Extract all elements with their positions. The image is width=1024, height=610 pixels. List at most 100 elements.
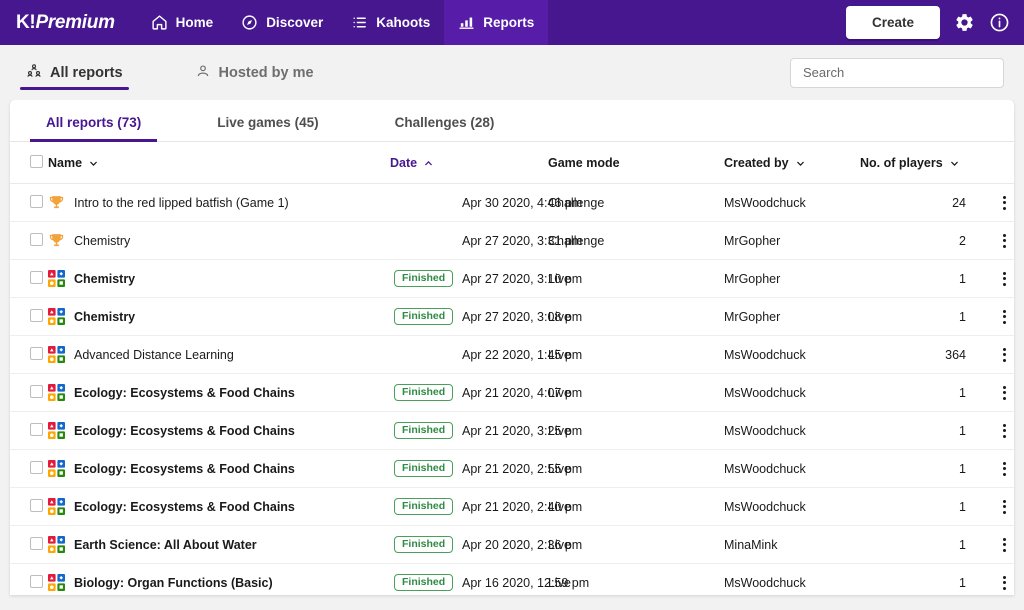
row-created-by-cell: MsWoodchuck <box>724 563 860 595</box>
search-input[interactable] <box>790 57 1004 88</box>
kebab-menu-icon[interactable] <box>978 382 1014 404</box>
created-by-value: MsWoodchuck <box>724 499 806 514</box>
table-row[interactable]: Intro to the red lipped batfish (Game 1)… <box>10 183 1014 222</box>
created-by-value: MsWoodchuck <box>724 347 806 362</box>
report-name[interactable]: Chemistry <box>74 272 135 286</box>
report-name[interactable]: Biology: Organ Functions (Basic) <box>74 576 273 590</box>
row-checkbox[interactable] <box>30 574 43 588</box>
row-players-cell: 2 <box>860 221 978 260</box>
select-all-checkbox[interactable] <box>30 155 43 168</box>
report-name[interactable]: Intro to the red lipped batfish (Game 1) <box>74 196 289 210</box>
nav-item-reports[interactable]: Reports <box>444 0 549 45</box>
kebab-menu-icon[interactable] <box>978 192 1014 214</box>
table-row[interactable]: Biology: Organ Functions (Basic) Finished… <box>10 563 1014 595</box>
report-name[interactable]: Ecology: Ecosystems & Food Chains <box>74 462 295 476</box>
row-checkbox[interactable] <box>30 460 43 474</box>
tab-live-games[interactable]: Live games (45) <box>201 115 334 141</box>
kebab-menu-icon[interactable] <box>978 496 1014 518</box>
kebab-menu-icon[interactable] <box>978 344 1014 366</box>
row-date-cell: Finished Apr 27 2020, 3:08 pm <box>390 297 582 336</box>
compass-icon <box>241 14 258 31</box>
kebab-menu-icon[interactable] <box>978 420 1014 442</box>
tab-challenges[interactable]: Challenges (28) <box>379 115 511 141</box>
logo-k-mark: K! <box>16 11 36 33</box>
status-badge: Finished <box>394 497 454 516</box>
badge-slot: Finished <box>390 573 462 592</box>
created-by-value: MsWoodchuck <box>724 575 806 590</box>
bar-chart-icon <box>458 14 475 31</box>
kebab-menu-icon[interactable] <box>978 572 1014 594</box>
gear-icon[interactable] <box>954 12 975 33</box>
table-row[interactable]: Ecology: Ecosystems & Food Chains Finishe… <box>10 373 1014 412</box>
row-players-cell: 1 <box>860 563 978 595</box>
report-name[interactable]: Chemistry <box>74 310 135 324</box>
kebab-menu-icon[interactable] <box>978 306 1014 328</box>
table-row[interactable]: Chemistry Apr 27 2020, 3:31 pm Challenge Mr… <box>10 221 1014 260</box>
row-checkbox[interactable] <box>30 308 43 322</box>
row-checkbox[interactable] <box>30 536 43 550</box>
nav-item-kahoots-label: Kahoots <box>376 15 431 30</box>
row-checkbox[interactable] <box>30 498 43 512</box>
home-icon <box>151 14 168 31</box>
kebab-menu-icon[interactable] <box>978 268 1014 290</box>
nav-item-discover[interactable]: Discover <box>227 0 337 45</box>
header-players[interactable]: No. of players <box>860 142 978 184</box>
row-date-cell: Finished Apr 27 2020, 3:10 pm <box>390 259 582 298</box>
kebab-menu-icon[interactable] <box>978 458 1014 480</box>
nav-item-home[interactable]: Home <box>137 0 228 45</box>
row-date-cell: Finished Apr 21 2020, 2:40 pm <box>390 487 582 526</box>
row-checkbox[interactable] <box>30 422 43 436</box>
subtab-all-reports[interactable]: All reports <box>20 45 129 100</box>
report-type-tabs: All reports (73) Live games (45) Challen… <box>10 100 1014 142</box>
table-row[interactable]: Chemistry Finished Apr 27 2020, 3:10 pm Liv… <box>10 259 1014 298</box>
report-name[interactable]: Advanced Distance Learning <box>74 348 234 362</box>
row-name-cell: Earth Science: All About Water <box>48 525 390 564</box>
reports-table: Name Date Game mode Created by No. of pl… <box>10 142 1014 595</box>
report-name[interactable]: Ecology: Ecosystems & Food Chains <box>74 500 295 514</box>
table-row[interactable]: Ecology: Ecosystems & Food Chains Finishe… <box>10 487 1014 526</box>
created-by-value: MrGopher <box>724 309 781 324</box>
players-count: 24 <box>952 195 966 210</box>
row-actions-cell <box>978 259 1014 298</box>
header-created-by[interactable]: Created by <box>724 142 860 184</box>
created-by-value: MsWoodchuck <box>724 423 806 438</box>
tab-all-reports[interactable]: All reports (73) <box>30 115 158 142</box>
table-row[interactable]: Ecology: Ecosystems & Food Chains Finishe… <box>10 411 1014 450</box>
kebab-menu-icon[interactable] <box>978 230 1014 252</box>
info-icon[interactable] <box>989 12 1010 33</box>
badge-slot: Finished <box>390 421 462 440</box>
subtab-hosted-by-me[interactable]: Hosted by me <box>189 45 320 100</box>
report-name[interactable]: Ecology: Ecosystems & Food Chains <box>74 386 295 400</box>
game-mode-value: Live <box>548 385 571 400</box>
game-mode-value: Challenge <box>548 195 605 210</box>
create-button[interactable]: Create <box>845 6 940 39</box>
row-players-cell: 364 <box>860 335 978 374</box>
row-date-cell: Finished Apr 21 2020, 3:25 pm <box>390 411 582 450</box>
table-row[interactable]: Ecology: Ecosystems & Food Chains Finishe… <box>10 449 1014 488</box>
logo-premium-text: Premium <box>35 11 115 33</box>
row-name-cell: Chemistry <box>48 221 390 260</box>
report-name[interactable]: Chemistry <box>74 234 130 248</box>
row-checkbox[interactable] <box>30 346 43 360</box>
row-checkbox[interactable] <box>30 232 43 246</box>
chevron-down-icon <box>796 161 804 166</box>
report-name[interactable]: Earth Science: All About Water <box>74 538 257 552</box>
header-date[interactable]: Date <box>390 142 548 184</box>
report-name[interactable]: Ecology: Ecosystems & Food Chains <box>74 424 295 438</box>
row-game-mode-cell: Challenge <box>548 221 724 260</box>
row-checkbox[interactable] <box>30 194 43 208</box>
row-checkbox[interactable] <box>30 384 43 398</box>
kebab-menu-icon[interactable] <box>978 534 1014 556</box>
kahoot-premium-logo[interactable]: K!Premium <box>16 12 115 34</box>
players-count: 1 <box>959 271 966 286</box>
row-checkbox[interactable] <box>30 270 43 284</box>
nav-item-kahoots[interactable]: Kahoots <box>337 0 444 45</box>
trophy-icon <box>49 196 64 209</box>
header-name[interactable]: Name <box>48 142 390 184</box>
table-row[interactable]: Advanced Distance Learning Apr 22 2020, 1… <box>10 335 1014 374</box>
table-row[interactable]: Earth Science: All About Water Finished Ap… <box>10 525 1014 564</box>
table-row[interactable]: Chemistry Finished Apr 27 2020, 3:08 pm Liv… <box>10 297 1014 336</box>
badge-slot: Finished <box>390 459 462 478</box>
game-mode-value: Live <box>548 461 571 476</box>
row-created-by-cell: MsWoodchuck <box>724 487 860 526</box>
